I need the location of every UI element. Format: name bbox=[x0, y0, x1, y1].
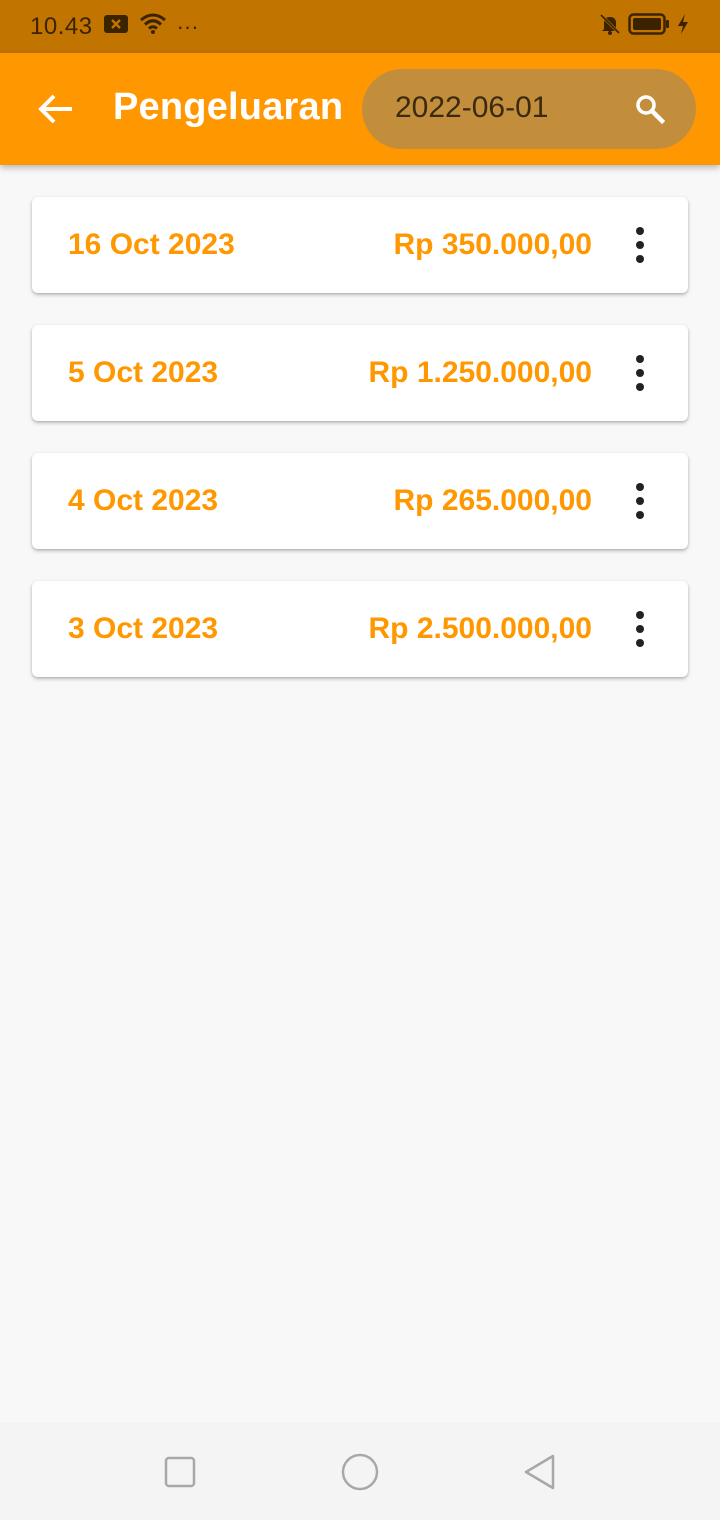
search-button[interactable] bbox=[634, 93, 666, 125]
status-bar: 10.43 ··· bbox=[0, 0, 720, 53]
more-options-button[interactable] bbox=[624, 225, 656, 265]
more-options-button[interactable] bbox=[624, 353, 656, 393]
home-circle-icon bbox=[341, 1453, 379, 1491]
more-vert-icon bbox=[636, 355, 644, 391]
more-vert-icon bbox=[636, 483, 644, 519]
expense-list: 16 Oct 2023 Rp 350.000,00 5 Oct 2023 Rp … bbox=[32, 197, 688, 709]
expense-date: 4 Oct 2023 bbox=[68, 484, 219, 517]
list-item[interactable]: 4 Oct 2023 Rp 265.000,00 bbox=[32, 453, 688, 549]
expense-date: 16 Oct 2023 bbox=[68, 228, 235, 261]
expense-amount: Rp 350.000,00 bbox=[393, 228, 592, 261]
expense-date: 3 Oct 2023 bbox=[68, 612, 219, 645]
expense-amount: Rp 265.000,00 bbox=[393, 484, 592, 517]
expense-amount: Rp 1.250.000,00 bbox=[368, 356, 593, 389]
recents-square-icon bbox=[164, 1456, 196, 1488]
wifi-icon bbox=[139, 12, 167, 41]
search-input-value[interactable]: 2022-06-01 bbox=[395, 91, 548, 125]
more-vert-icon bbox=[636, 227, 644, 263]
status-time: 10.43 bbox=[30, 12, 93, 40]
more-options-button[interactable] bbox=[624, 481, 656, 521]
battery-icon bbox=[628, 12, 670, 41]
system-nav-bar bbox=[0, 1422, 720, 1520]
app-bar: Pengeluaran 2022-06-01 bbox=[0, 53, 720, 165]
list-item[interactable]: 16 Oct 2023 Rp 350.000,00 bbox=[32, 197, 688, 293]
list-item[interactable]: 5 Oct 2023 Rp 1.250.000,00 bbox=[32, 325, 688, 421]
back-button[interactable] bbox=[32, 85, 80, 133]
more-vert-icon bbox=[636, 611, 644, 647]
home-button[interactable] bbox=[340, 1452, 380, 1492]
arrow-left-icon bbox=[38, 94, 72, 124]
status-right bbox=[598, 12, 690, 41]
more-options-button[interactable] bbox=[624, 609, 656, 649]
status-overflow-dots: ··· bbox=[176, 13, 199, 39]
nav-back-button[interactable] bbox=[520, 1452, 560, 1492]
charging-bolt-icon bbox=[676, 13, 690, 40]
search-icon bbox=[636, 95, 666, 125]
bell-off-icon bbox=[598, 12, 622, 41]
recents-button[interactable] bbox=[160, 1452, 200, 1492]
back-triangle-icon bbox=[524, 1454, 555, 1490]
status-left: 10.43 ··· bbox=[30, 12, 199, 41]
search-field[interactable]: 2022-06-01 bbox=[362, 69, 696, 149]
notification-x-icon bbox=[103, 13, 129, 41]
page-title: Pengeluaran bbox=[113, 86, 344, 128]
expense-amount: Rp 2.500.000,00 bbox=[368, 612, 593, 645]
list-item[interactable]: 3 Oct 2023 Rp 2.500.000,00 bbox=[32, 581, 688, 677]
expense-date: 5 Oct 2023 bbox=[68, 356, 219, 389]
